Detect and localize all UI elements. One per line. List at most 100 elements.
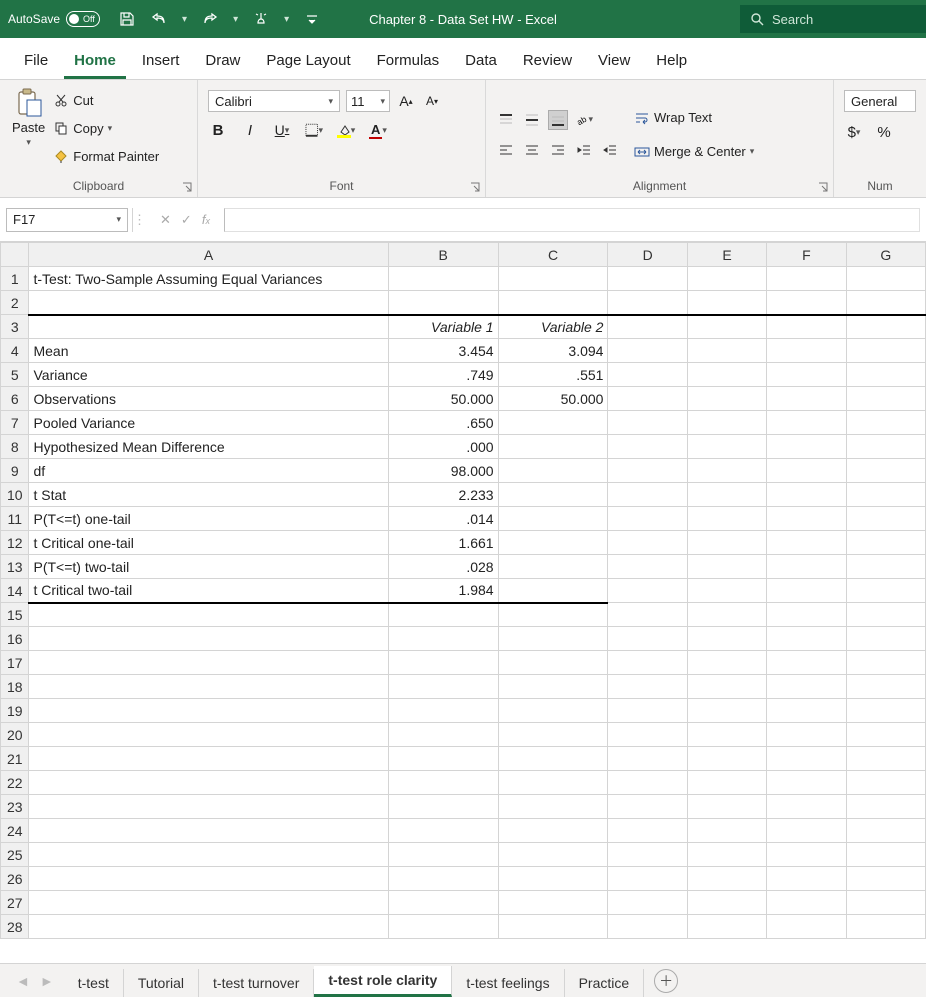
cell[interactable]	[687, 459, 766, 483]
cell[interactable]	[767, 507, 846, 531]
cell[interactable]	[608, 435, 687, 459]
cell[interactable]	[687, 411, 766, 435]
cell[interactable]	[846, 315, 925, 339]
row[interactable]: 10t Stat2.233	[1, 483, 926, 507]
row[interactable]: 8Hypothesized Mean Difference.000	[1, 435, 926, 459]
cell[interactable]	[687, 723, 766, 747]
cell[interactable]	[846, 339, 925, 363]
row-header[interactable]: 9	[1, 459, 29, 483]
cell[interactable]	[388, 915, 498, 939]
cell[interactable]	[608, 747, 687, 771]
align-left-icon[interactable]	[496, 140, 516, 160]
cell[interactable]	[687, 891, 766, 915]
row-header[interactable]: 7	[1, 411, 29, 435]
row-header[interactable]: 6	[1, 387, 29, 411]
cell[interactable]	[498, 627, 608, 651]
cell[interactable]	[767, 291, 846, 315]
cell[interactable]	[687, 579, 766, 603]
cell[interactable]: t Stat	[29, 483, 388, 507]
cell[interactable]	[687, 363, 766, 387]
merge-center-button[interactable]: Merge & Center ▾	[634, 140, 754, 164]
row-header[interactable]: 18	[1, 675, 29, 699]
row-header[interactable]: 17	[1, 651, 29, 675]
row[interactable]: 3Variable 1Variable 2	[1, 315, 926, 339]
cell[interactable]	[388, 843, 498, 867]
sheet-tab[interactable]: Tutorial	[124, 969, 199, 997]
currency-icon[interactable]: $ ▾	[844, 122, 864, 142]
redo-dropdown-icon[interactable]: ▾	[233, 14, 238, 25]
cell[interactable]	[846, 483, 925, 507]
sheet-nav-prev-icon[interactable]: ◄	[16, 973, 30, 989]
cell[interactable]	[498, 843, 608, 867]
cell[interactable]	[767, 675, 846, 699]
cell[interactable]	[498, 819, 608, 843]
col-header[interactable]: D	[608, 243, 687, 267]
cell[interactable]	[687, 747, 766, 771]
font-color-button[interactable]: A▾	[368, 120, 388, 140]
cell[interactable]: P(T<=t) two-tail	[29, 555, 388, 579]
name-box[interactable]: F17▾	[6, 208, 128, 232]
row[interactable]: 5Variance.749.551	[1, 363, 926, 387]
tab-review[interactable]: Review	[513, 44, 582, 79]
cell[interactable]	[608, 675, 687, 699]
tab-data[interactable]: Data	[455, 44, 507, 79]
underline-button[interactable]: U ▾	[272, 120, 292, 140]
autosave-switch[interactable]: Off	[66, 11, 100, 27]
align-middle-icon[interactable]	[522, 110, 542, 130]
cell[interactable]	[767, 315, 846, 339]
row-header[interactable]: 1	[1, 267, 29, 291]
align-center-icon[interactable]	[522, 140, 542, 160]
row[interactable]: 21	[1, 747, 926, 771]
row[interactable]: 17	[1, 651, 926, 675]
cell[interactable]	[767, 795, 846, 819]
cell[interactable]	[846, 435, 925, 459]
cell[interactable]: Hypothesized Mean Difference	[29, 435, 388, 459]
decrease-font-icon[interactable]: A▾	[422, 91, 442, 111]
cell[interactable]	[608, 891, 687, 915]
cell[interactable]	[388, 795, 498, 819]
row[interactable]: 18	[1, 675, 926, 699]
cell[interactable]	[498, 675, 608, 699]
sheet-tab[interactable]: t-test turnover	[199, 969, 314, 997]
cell[interactable]	[498, 411, 608, 435]
row[interactable]: 2	[1, 291, 926, 315]
number-format-select[interactable]: General	[844, 90, 916, 112]
align-bottom-icon[interactable]	[548, 110, 568, 130]
cell[interactable]: Pooled Variance	[29, 411, 388, 435]
cell[interactable]: 3.454	[388, 339, 498, 363]
sheet-tab[interactable]: t-test role clarity	[314, 966, 452, 997]
tab-home[interactable]: Home	[64, 44, 126, 79]
orientation-icon[interactable]: ab▾	[574, 110, 594, 130]
cell[interactable]	[767, 915, 846, 939]
paste-button[interactable]: Paste ▾	[10, 86, 47, 148]
autosave-toggle[interactable]: AutoSave Off	[0, 11, 108, 27]
cell[interactable]	[29, 723, 388, 747]
col-header[interactable]: B	[388, 243, 498, 267]
cell[interactable]: 50.000	[498, 387, 608, 411]
row-header[interactable]: 4	[1, 339, 29, 363]
border-button[interactable]: ▾	[304, 120, 324, 140]
customize-qat-icon[interactable]	[303, 10, 321, 28]
cell[interactable]	[498, 507, 608, 531]
cell[interactable]	[608, 411, 687, 435]
cell[interactable]: t-Test: Two-Sample Assuming Equal Varian…	[29, 267, 388, 291]
cell[interactable]: t Critical two-tail	[29, 579, 388, 603]
row-header[interactable]: 28	[1, 915, 29, 939]
cell[interactable]	[846, 771, 925, 795]
format-painter-button[interactable]: Format Painter	[53, 144, 159, 168]
cell[interactable]	[767, 699, 846, 723]
row-header[interactable]: 11	[1, 507, 29, 531]
namebox-options-icon[interactable]: ⋮	[132, 208, 146, 232]
row-header[interactable]: 19	[1, 699, 29, 723]
cell[interactable]	[846, 411, 925, 435]
cell[interactable]: 2.233	[388, 483, 498, 507]
cell[interactable]	[498, 435, 608, 459]
cell[interactable]	[846, 603, 925, 627]
spreadsheet-grid[interactable]: A B C D E F G 1t-Test: Two-Sample Assumi…	[0, 242, 926, 939]
cell[interactable]	[608, 867, 687, 891]
row-header[interactable]: 13	[1, 555, 29, 579]
cell[interactable]	[388, 819, 498, 843]
touch-dropdown-icon[interactable]: ▾	[284, 14, 289, 25]
cell[interactable]	[498, 459, 608, 483]
cell[interactable]	[767, 363, 846, 387]
